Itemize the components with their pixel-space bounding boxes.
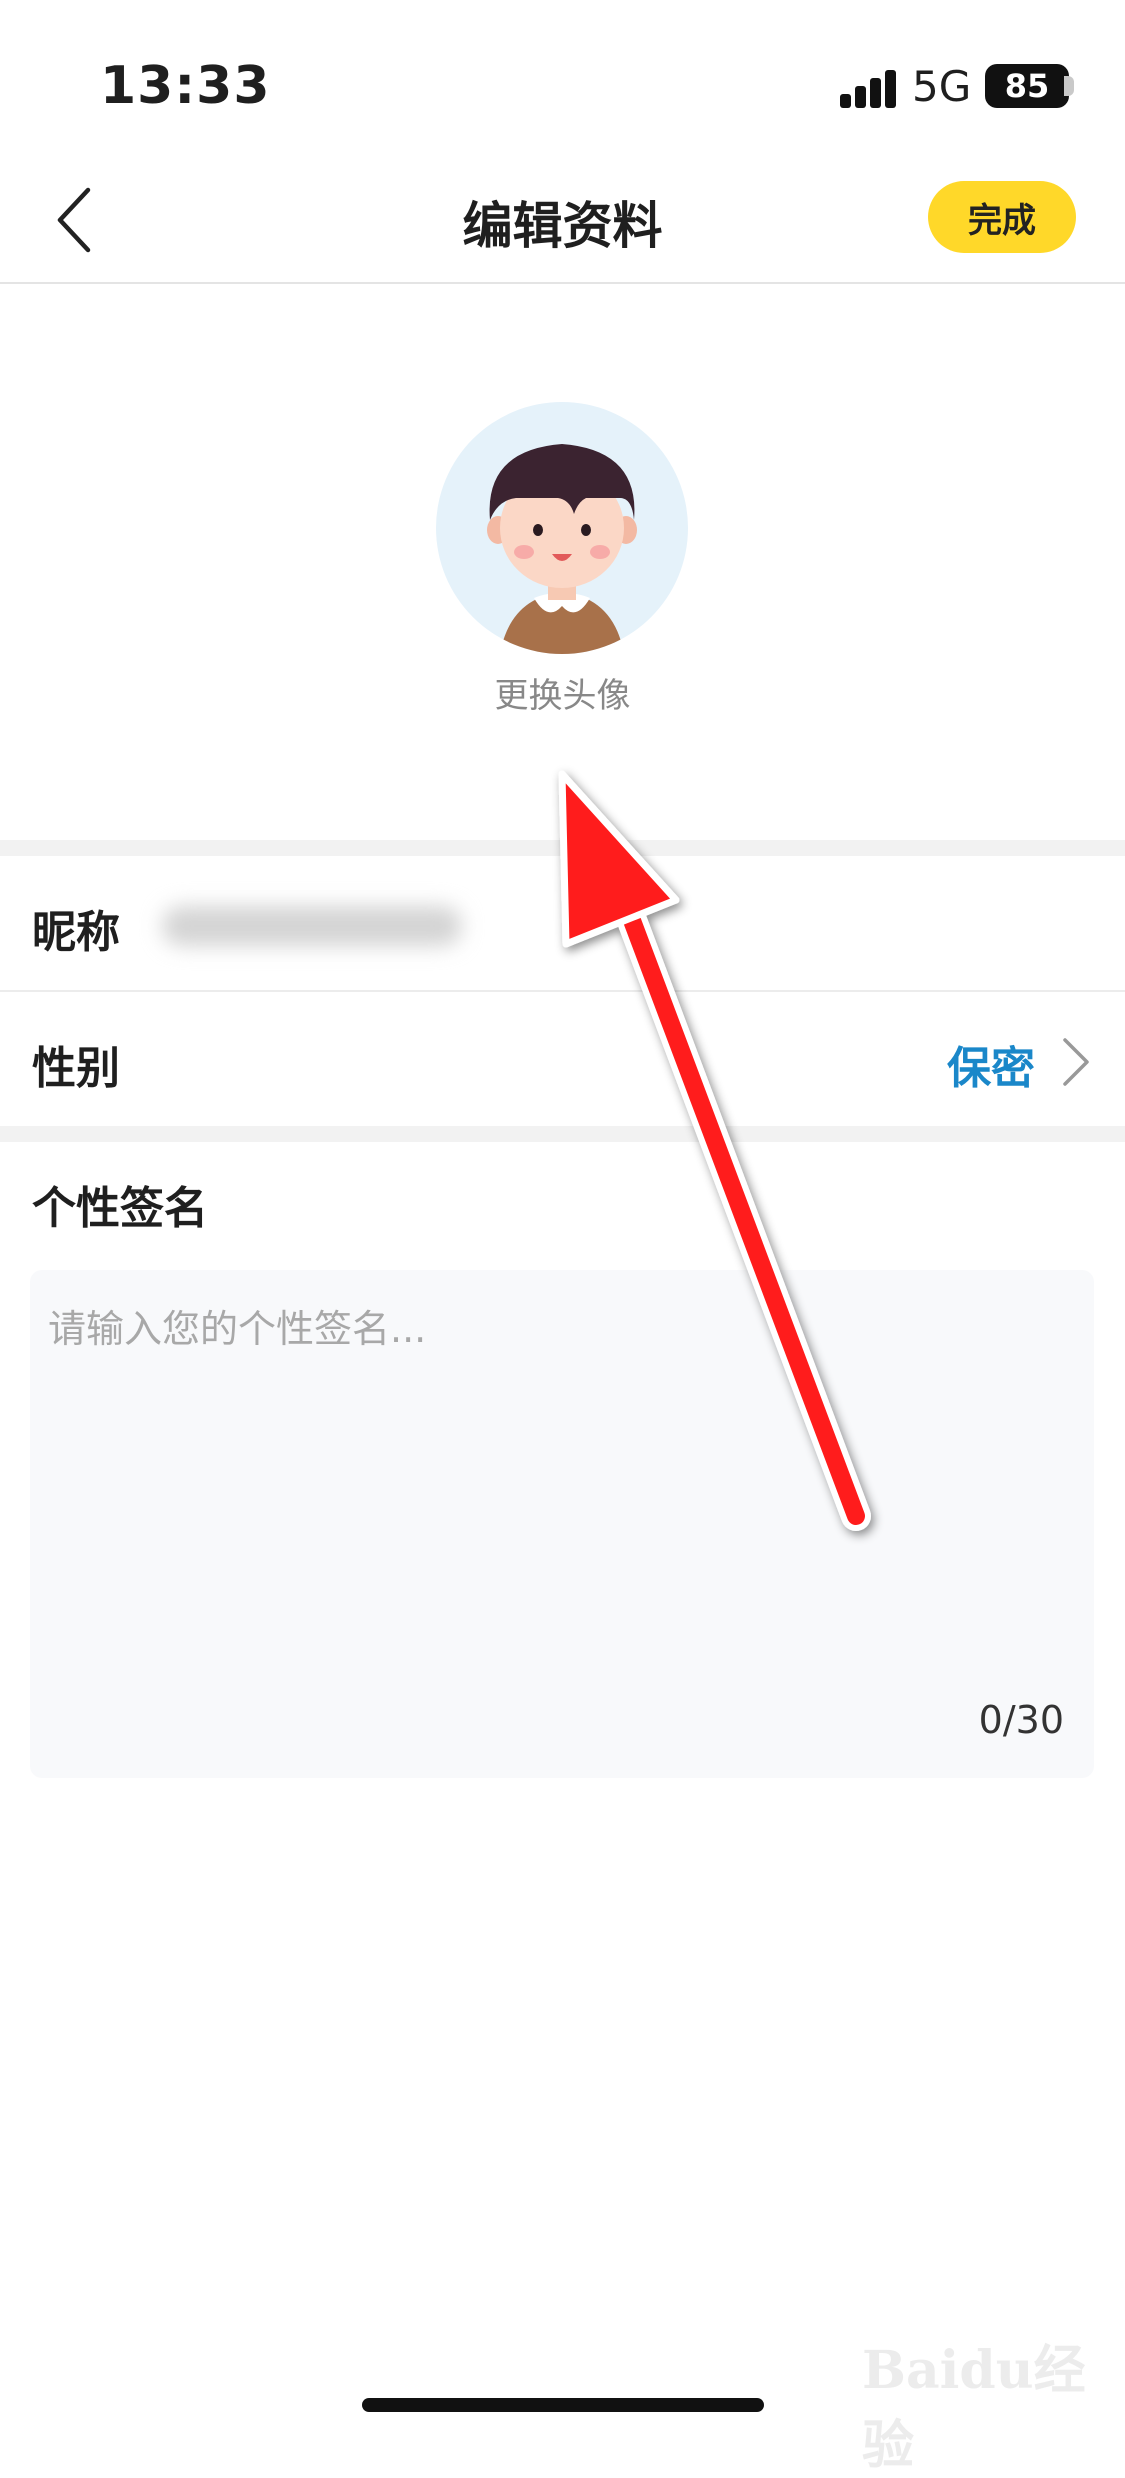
battery-cap bbox=[1064, 76, 1074, 96]
status-time: 13:33 bbox=[100, 56, 271, 116]
gender-value: 保密 bbox=[947, 1043, 1035, 1094]
avatar[interactable] bbox=[436, 402, 688, 654]
home-indicator[interactable] bbox=[362, 2398, 764, 2412]
section-divider bbox=[0, 1126, 1125, 1142]
signature-title: 个性签名 bbox=[32, 1183, 208, 1234]
status-bar: 13:33 5G 85 bbox=[0, 0, 1125, 160]
section-divider bbox=[0, 840, 1125, 856]
network-type: 5G bbox=[912, 62, 972, 111]
change-avatar-label[interactable]: 更换头像 bbox=[0, 668, 1125, 717]
signal-icon bbox=[840, 68, 900, 108]
nickname-row[interactable]: 昵称 bbox=[0, 856, 1125, 990]
chevron-right-icon bbox=[1063, 1038, 1089, 1086]
signature-input[interactable] bbox=[30, 1270, 1094, 1710]
battery-icon: 85 bbox=[985, 64, 1069, 108]
baidu-watermark: Baidu经验 bbox=[862, 2340, 1086, 2476]
signature-counter: 0/30 bbox=[978, 1698, 1064, 1742]
gender-label: 性别 bbox=[32, 1043, 120, 1094]
gender-row[interactable]: 性别 保密 bbox=[0, 992, 1125, 1126]
signature-box: 0/30 bbox=[30, 1270, 1094, 1778]
boy-avatar-icon bbox=[487, 444, 637, 654]
nickname-label: 昵称 bbox=[32, 907, 120, 958]
avatar-section: 更换头像 bbox=[0, 284, 1125, 840]
done-button[interactable]: 完成 bbox=[928, 181, 1076, 253]
nickname-value-blurred bbox=[162, 906, 462, 946]
nav-bar: 编辑资料 完成 bbox=[0, 160, 1125, 284]
